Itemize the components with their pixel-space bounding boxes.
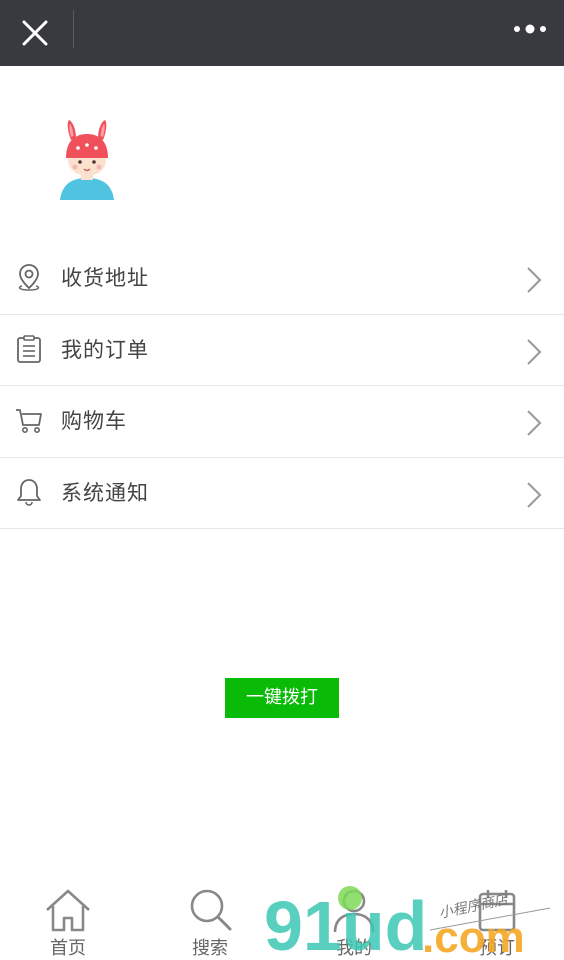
more-dots-icon — [514, 24, 546, 34]
menu-item-label: 购物车 — [61, 409, 127, 433]
menu-item-notifications[interactable]: 系统通知 — [0, 458, 564, 529]
top-bar — [0, 0, 564, 66]
more-button[interactable] — [508, 12, 552, 46]
tab-mine[interactable]: 我的 — [304, 880, 404, 960]
chevron-right-icon — [527, 338, 542, 365]
menu-item-label: 我的订单 — [61, 337, 149, 362]
clipboard-icon — [17, 334, 41, 363]
tab-label: 首页 — [50, 938, 86, 959]
bell-icon — [17, 478, 41, 506]
tab-label: 我的 — [336, 938, 372, 959]
bunny-hat-avatar-icon — [60, 120, 114, 200]
tab-label: 搜索 — [192, 938, 228, 959]
chevron-right-icon — [527, 267, 542, 293]
tab-booking[interactable]: 预订 — [447, 880, 547, 960]
search-icon — [190, 889, 232, 931]
menu-item-label: 收货地址 — [61, 266, 149, 290]
tab-search[interactable]: 搜索 — [160, 880, 260, 960]
menu-item-address[interactable]: 收货地址 — [0, 243, 564, 315]
avatar[interactable] — [52, 116, 122, 202]
close-icon — [22, 20, 48, 46]
menu-item-orders[interactable]: 我的订单 — [0, 315, 564, 386]
bottom-tab-bar: 首页 搜索 我的 预订 — [0, 880, 564, 960]
cart-icon — [16, 409, 42, 433]
one-click-call-button[interactable]: 一键拨打 — [225, 678, 339, 718]
user-icon — [333, 889, 375, 933]
chevron-right-icon — [527, 481, 542, 508]
home-icon — [46, 889, 90, 932]
location-pin-icon — [18, 264, 40, 291]
booking-icon — [478, 890, 516, 932]
close-button[interactable] — [10, 8, 60, 58]
tab-home[interactable]: 首页 — [18, 880, 118, 960]
menu-item-label: 系统通知 — [61, 480, 149, 505]
tab-label: 预订 — [479, 938, 515, 959]
menu-list: 收货地址 我的订单 购物车 系统通知 — [0, 243, 564, 529]
topbar-divider — [73, 10, 74, 48]
chevron-right-icon — [527, 410, 542, 436]
menu-item-cart[interactable]: 购物车 — [0, 386, 564, 458]
